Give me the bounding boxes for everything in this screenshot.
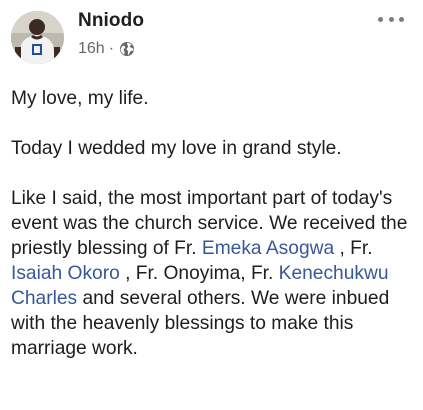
more-dot	[378, 16, 383, 22]
post-header: Nniodo 16h ·	[0, 0, 423, 80]
globe-icon	[119, 41, 135, 57]
post-paragraph: My love, my life.	[11, 88, 149, 109]
author-name[interactable]: Nniodo	[78, 10, 144, 32]
avatar[interactable]	[11, 11, 64, 64]
mention-link[interactable]: Emeka Asogwa	[202, 238, 334, 259]
text-segment: , Fr. Onoyima, Fr.	[119, 263, 279, 284]
more-options-icon[interactable]	[374, 6, 408, 32]
post-text: My love, my life. Today I wedded my love…	[11, 86, 411, 361]
avatar-image	[11, 11, 64, 64]
meta-separator: ·	[108, 40, 115, 57]
post-timestamp[interactable]: 16h	[78, 40, 105, 58]
post-paragraph: Today I wedded my love in grand style.	[11, 138, 342, 159]
post-card: Nniodo 16h · My love, my life. Today I w…	[0, 0, 423, 410]
text-segment: , Fr.	[334, 238, 373, 259]
mention-link[interactable]: Isaiah Okoro	[11, 263, 120, 284]
more-dot	[399, 16, 404, 22]
more-dot	[388, 16, 394, 22]
post-meta: 16h ·	[78, 40, 135, 58]
post-paragraph: Like I said, the most important part of …	[11, 186, 411, 361]
